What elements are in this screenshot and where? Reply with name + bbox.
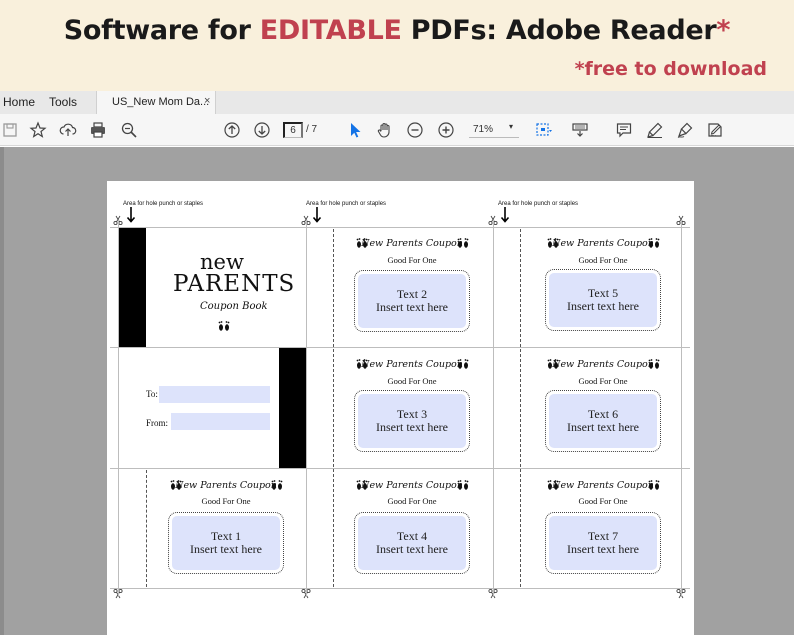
promo-banner: Software for EDITABLE PDFs: Adobe Reader… bbox=[0, 0, 794, 91]
coupon-body: Insert text here bbox=[567, 420, 639, 434]
coupon-card: Text 5 Insert text here bbox=[545, 269, 661, 331]
coupon-good-for: Good For One bbox=[387, 496, 437, 506]
coupon-body: Insert text here bbox=[376, 542, 448, 556]
coupon-heading: New Parents Coupon bbox=[361, 480, 463, 491]
comment-icon[interactable] bbox=[614, 120, 634, 140]
save-icon[interactable] bbox=[0, 120, 20, 140]
coupon-text-field[interactable]: Text 7 Insert text here bbox=[549, 516, 657, 570]
banner-title: Software for EDITABLE PDFs: Adobe Reader… bbox=[0, 15, 794, 46]
print-icon[interactable] bbox=[88, 120, 108, 140]
toolbar: / 7 71% ▾ bbox=[0, 114, 794, 146]
down-arrow-icon bbox=[500, 207, 510, 223]
coupon-card: Text 2 Insert text here bbox=[354, 270, 470, 332]
binding-strip bbox=[279, 348, 306, 468]
menu-home[interactable]: Home bbox=[3, 95, 35, 109]
zoom-level-select[interactable]: 71% ▾ bbox=[469, 122, 519, 138]
fold-line bbox=[520, 229, 521, 587]
read-mode-icon[interactable] bbox=[570, 120, 590, 140]
banner-title-before: Software for bbox=[63, 15, 260, 46]
fold-line bbox=[333, 229, 334, 587]
highlight-icon[interactable] bbox=[645, 120, 665, 140]
cut-line bbox=[110, 227, 690, 228]
zoom-in-icon[interactable] bbox=[436, 120, 456, 140]
coupon-card: Text 4 Insert text here bbox=[354, 512, 470, 574]
search-zoom-icon[interactable] bbox=[119, 120, 139, 140]
cover-subtitle: Coupon Book bbox=[200, 301, 268, 312]
upload-icon[interactable] bbox=[58, 120, 78, 140]
page-down-icon[interactable] bbox=[252, 120, 272, 140]
viewer-left-edge bbox=[0, 147, 4, 635]
down-arrow-icon bbox=[312, 207, 322, 223]
sign-icon[interactable] bbox=[675, 120, 695, 140]
page-total: / 7 bbox=[306, 124, 318, 135]
coupon-card: Text 6 Insert text here bbox=[545, 390, 661, 452]
coupon-heading: New Parents Coupon bbox=[552, 359, 654, 370]
hand-icon[interactable] bbox=[375, 120, 395, 140]
coupon-heading: New Parents Coupon bbox=[175, 480, 277, 491]
coupon-text-field[interactable]: Text 4 Insert text here bbox=[358, 516, 466, 570]
coupon-text-field[interactable]: Text 6 Insert text here bbox=[549, 394, 657, 448]
tab-bar: Home Tools US_New Mom Da... × bbox=[0, 91, 794, 114]
coupon-text-field[interactable]: Text 5 Insert text here bbox=[549, 273, 657, 327]
coupon-body: Insert text here bbox=[567, 299, 639, 313]
chevron-down-icon: ▾ bbox=[509, 122, 514, 131]
coupon-heading: New Parents Coupon bbox=[361, 238, 463, 249]
coupon-text-field[interactable]: Text 3 Insert text here bbox=[358, 394, 466, 448]
cut-line bbox=[110, 468, 690, 469]
select-cursor-icon[interactable] bbox=[345, 120, 365, 140]
banner-title-after: PDFs: Adobe Reader bbox=[401, 15, 717, 46]
coupon-heading: New Parents Coupon bbox=[552, 480, 654, 491]
coupon-body: Insert text here bbox=[376, 300, 448, 314]
coupon-body: Insert text here bbox=[567, 542, 639, 556]
to-field[interactable] bbox=[159, 386, 270, 403]
fold-line bbox=[146, 470, 147, 587]
from-label: From: bbox=[146, 418, 169, 428]
coupon-text-field[interactable]: Text 2 Insert text here bbox=[358, 274, 466, 328]
cut-line bbox=[493, 220, 494, 596]
coupon-body: Insert text here bbox=[376, 420, 448, 434]
coupon-card: Text 1 Insert text here bbox=[168, 512, 284, 574]
baby-feet-icon bbox=[218, 321, 230, 331]
banner-subtitle: *free to download bbox=[574, 58, 767, 80]
cut-line bbox=[110, 588, 690, 589]
star-icon[interactable] bbox=[28, 120, 48, 140]
coupon-heading: New Parents Coupon bbox=[361, 359, 463, 370]
coupon-good-for: Good For One bbox=[578, 496, 628, 506]
coupon-heading: New Parents Coupon bbox=[552, 238, 654, 249]
coupon-card: Text 7 Insert text here bbox=[545, 512, 661, 574]
cut-line bbox=[306, 220, 307, 596]
banner-title-highlight: EDITABLE bbox=[259, 15, 402, 46]
coupon-good-for: Good For One bbox=[387, 376, 437, 386]
banner-title-star: * bbox=[716, 15, 731, 46]
coupon-good-for: Good For One bbox=[578, 376, 628, 386]
cut-line bbox=[681, 220, 682, 596]
fill-sign-icon[interactable] bbox=[705, 120, 725, 140]
from-field[interactable] bbox=[171, 413, 270, 430]
cover-title-parents: PARENTS bbox=[173, 271, 296, 297]
down-arrow-icon bbox=[126, 207, 136, 223]
coupon-text-field[interactable]: Text 1 Insert text here bbox=[172, 516, 280, 570]
binding-strip bbox=[119, 228, 146, 347]
coupon-good-for: Good For One bbox=[387, 255, 437, 265]
document-tab[interactable]: US_New Mom Da... × bbox=[96, 91, 216, 114]
menu-tools[interactable]: Tools bbox=[49, 95, 77, 109]
coupon-body: Insert text here bbox=[190, 542, 262, 556]
document-tab-label: US_New Mom Da... bbox=[112, 96, 210, 108]
zoom-out-icon[interactable] bbox=[405, 120, 425, 140]
page-up-icon[interactable] bbox=[222, 120, 242, 140]
to-label: To: bbox=[146, 389, 158, 399]
page-number-input[interactable] bbox=[283, 122, 303, 138]
tab-close-button[interactable]: × bbox=[204, 95, 210, 107]
coupon-card: Text 3 Insert text here bbox=[354, 390, 470, 452]
marquee-zoom-icon[interactable] bbox=[534, 120, 554, 140]
coupon-good-for: Good For One bbox=[201, 496, 251, 506]
punch-label-right: Area for hole punch or staples bbox=[498, 201, 579, 207]
cut-line bbox=[110, 347, 690, 348]
coupon-good-for: Good For One bbox=[578, 255, 628, 265]
zoom-level-value: 71% bbox=[473, 124, 494, 135]
